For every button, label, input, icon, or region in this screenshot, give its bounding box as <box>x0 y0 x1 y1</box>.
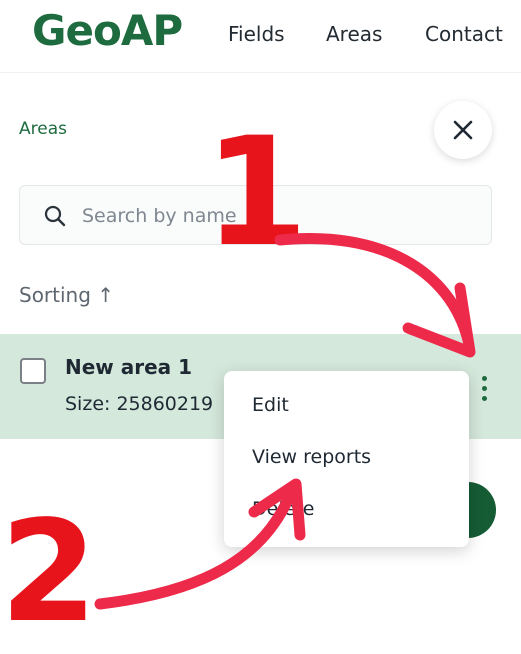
more-options-icon[interactable] <box>476 372 494 406</box>
sorting-toggle[interactable]: Sorting ↑ <box>19 283 114 307</box>
close-panel-button[interactable] <box>434 101 492 159</box>
annotation-step-1: 1 <box>204 106 309 280</box>
area-size: Size: 25860219 <box>65 393 214 415</box>
close-icon <box>453 120 473 140</box>
nav-link-areas[interactable]: Areas <box>326 22 382 46</box>
menu-item-edit[interactable]: Edit <box>252 394 289 416</box>
nav-link-contact[interactable]: Contact <box>425 22 503 46</box>
search-icon <box>44 205 66 227</box>
area-name: New area 1 <box>65 355 193 379</box>
menu-item-view-reports[interactable]: View reports <box>252 446 371 468</box>
area-select-checkbox[interactable] <box>20 358 46 384</box>
area-context-menu: Edit View reports Delete <box>224 371 469 547</box>
geoap-logo[interactable]: GeoAP <box>32 6 183 55</box>
annotation-step-2: 2 <box>0 491 98 654</box>
menu-item-delete[interactable]: Delete <box>252 498 314 520</box>
breadcrumb-areas[interactable]: Areas <box>19 119 67 139</box>
top-navigation-bar: GeoAP Fields Areas Contact <box>0 0 521 72</box>
nav-link-fields[interactable]: Fields <box>228 22 285 46</box>
